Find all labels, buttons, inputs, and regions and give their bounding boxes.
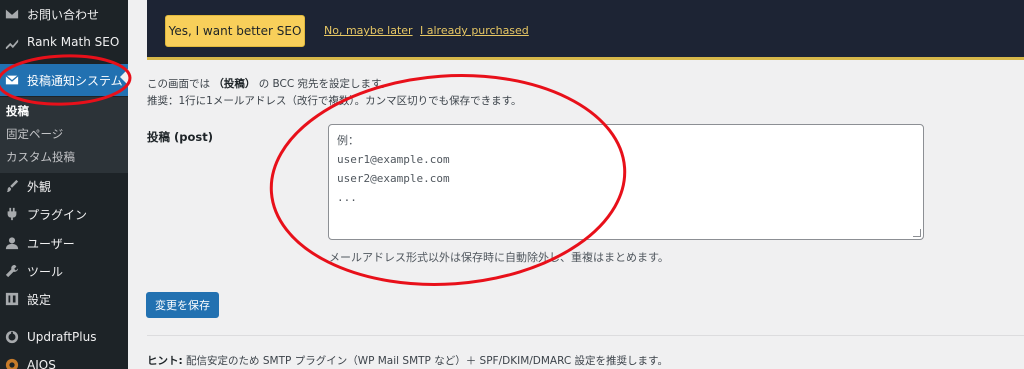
recommendation-text: 推奨：1行に1メールアドレス（改行で複数）。カンマ区切りでも保存できます。 <box>147 95 522 107</box>
sidebar-item-aios[interactable]: AIOS <box>0 351 128 369</box>
settings-icon <box>5 292 19 306</box>
better-seo-button[interactable]: Yes, I want better SEO <box>165 15 305 47</box>
hint-body: 配信安定のため SMTP プラグイン（WP Mail SMTP など）＋ SPF… <box>186 355 669 367</box>
sidebar-item-settings[interactable]: 設定 <box>0 285 128 313</box>
desc-prefix: この画面では <box>147 78 210 90</box>
textarea-line: 例： <box>337 134 359 147</box>
hint-label: ヒント: <box>147 355 183 367</box>
submenu-item-page[interactable]: 固定ページ <box>6 126 63 142</box>
upsell-notice: Yes, I want better SEO No, maybe later I… <box>147 0 1024 60</box>
textarea-line: user1@example.com <box>337 153 450 166</box>
field-label: 投稿 (post) <box>147 130 213 144</box>
plug-icon <box>5 207 19 221</box>
sidebar-item-label: Rank Math SEO <box>27 35 120 49</box>
wrench-icon <box>5 264 19 278</box>
shield-icon <box>5 358 19 369</box>
envelope-icon <box>5 7 19 21</box>
sidebar-item-users[interactable]: ユーザー <box>0 229 128 257</box>
submenu-item-custom-post[interactable]: カスタム投稿 <box>6 149 75 165</box>
active-indicator <box>120 69 128 85</box>
sidebar-item-appearance[interactable]: 外観 <box>0 172 128 200</box>
admin-sidebar: お問い合わせ Rank Math SEO 投稿通知システム 投稿 固定ページ カ… <box>0 0 128 369</box>
textarea-line: user2@example.com <box>337 172 450 185</box>
submenu-item-post[interactable]: 投稿 <box>6 103 29 119</box>
desc-post-type: （投稿） <box>213 78 256 90</box>
save-changes-button[interactable]: 変更を保存 <box>146 292 219 318</box>
bcc-addresses-textarea[interactable]: 例： user1@example.com user2@example.com .… <box>328 124 924 240</box>
hint-text: ヒント: 配信安定のため SMTP プラグイン（WP Mail SMTP など）… <box>147 353 668 368</box>
sidebar-item-label: お問い合わせ <box>27 7 100 22</box>
desc-suffix: の BCC 宛先を設定します。 <box>258 78 391 90</box>
page-description: この画面では （投稿） の BCC 宛先を設定します。 <box>147 76 391 91</box>
divider <box>147 335 1024 336</box>
textarea-line: ... <box>337 191 357 204</box>
maybe-later-link[interactable]: No, maybe later <box>324 24 413 37</box>
sidebar-item-label: UpdraftPlus <box>27 330 97 344</box>
sidebar-item-tools[interactable]: ツール <box>0 257 128 285</box>
sidebar-item-label: ツール <box>27 264 64 279</box>
sidebar-item-label: 投稿通知システム <box>27 73 123 88</box>
field-help-text: メールアドレス形式以外は保存時に自動除外し、重複はまとめます。 <box>329 251 669 264</box>
sidebar-item-contact[interactable]: お問い合わせ <box>0 0 128 28</box>
sidebar-item-label: 設定 <box>27 292 52 307</box>
resize-handle[interactable] <box>913 229 921 237</box>
sidebar-item-label: AIOS <box>27 358 56 369</box>
updraft-icon <box>5 330 19 344</box>
submenu: 投稿 固定ページ カスタム投稿 <box>0 97 128 173</box>
already-purchased-link[interactable]: I already purchased <box>420 24 529 37</box>
sidebar-item-label: プラグイン <box>27 207 88 222</box>
sidebar-item-rank-math[interactable]: Rank Math SEO <box>0 28 128 56</box>
sidebar-item-notify-system[interactable]: 投稿通知システム <box>0 64 128 96</box>
sidebar-item-plugins[interactable]: プラグイン <box>0 200 128 228</box>
envelope-icon <box>5 73 19 87</box>
sidebar-item-label: 外観 <box>27 179 52 194</box>
chart-icon <box>5 35 19 49</box>
sidebar-item-updraftplus[interactable]: UpdraftPlus <box>0 323 128 351</box>
sidebar-item-label: ユーザー <box>27 236 75 251</box>
user-icon <box>5 236 19 250</box>
brush-icon <box>5 179 19 193</box>
